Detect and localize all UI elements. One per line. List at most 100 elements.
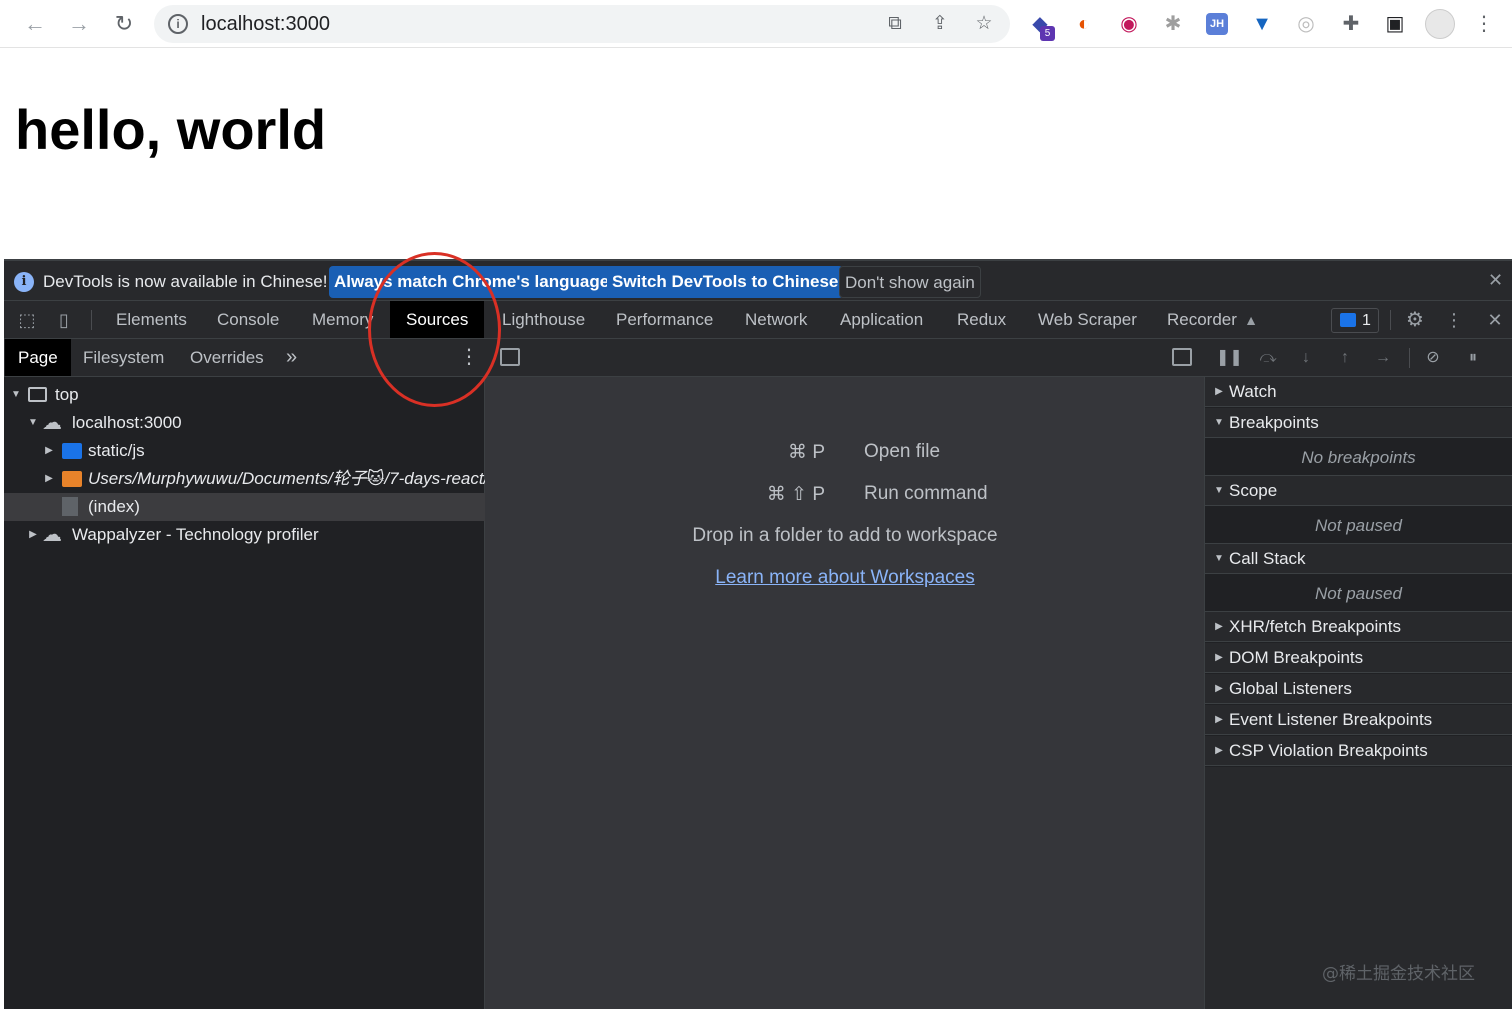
- expand-triangle-icon[interactable]: ▼: [1213, 476, 1225, 506]
- call-stack-empty: Not paused: [1205, 575, 1512, 612]
- share-icon[interactable]: ⇪: [928, 12, 952, 36]
- tree-label: localhost:3000: [72, 413, 182, 432]
- collapsed-triangle-icon[interactable]: ▶: [43, 465, 55, 493]
- tab-application[interactable]: Application: [838, 301, 925, 338]
- switch-to-chinese-button[interactable]: Switch DevTools to Chinese: [607, 266, 844, 298]
- pane-watch[interactable]: ▶ Watch: [1205, 377, 1512, 407]
- v-extension-icon[interactable]: ▼: [1248, 10, 1276, 38]
- camera-extension-icon[interactable]: ◉: [1115, 10, 1143, 38]
- browser-toolbar: ← → ↻ i localhost:3000 ⧉ ⇪ ☆ ◆ 5 ◐ ◉ ✱ JH…: [0, 0, 1512, 48]
- pane-call-stack[interactable]: ▼ Call Stack: [1205, 544, 1512, 574]
- colorful-extension-icon[interactable]: ◐: [1070, 10, 1098, 38]
- tab-redux[interactable]: Redux: [955, 301, 1008, 338]
- collapsed-triangle-icon[interactable]: ▶: [1213, 674, 1225, 704]
- pane-scope[interactable]: ▼ Scope: [1205, 476, 1512, 506]
- dont-show-again-button[interactable]: Don't show again: [839, 266, 981, 298]
- expand-triangle-icon[interactable]: ▼: [10, 381, 22, 409]
- tree-item-static-js[interactable]: ▶ static/js: [4, 437, 485, 465]
- url-text[interactable]: localhost:3000: [201, 13, 330, 36]
- breakpoints-empty: No breakpoints: [1205, 439, 1512, 476]
- pane-event-listener-breakpoints[interactable]: ▶ Event Listener Breakpoints: [1205, 705, 1512, 735]
- tab-memory[interactable]: Memory: [310, 301, 375, 338]
- tab-overrides[interactable]: Overrides: [188, 339, 266, 376]
- close-devtools-icon[interactable]: ✕: [1483, 308, 1507, 332]
- frame-icon: [28, 387, 47, 402]
- wallet-extension-icon[interactable]: ◆ 5: [1026, 10, 1055, 41]
- jh-extension-icon[interactable]: JH: [1203, 10, 1231, 38]
- device-toolbar-icon[interactable]: ▯: [52, 308, 76, 332]
- tab-network[interactable]: Network: [743, 301, 809, 338]
- reload-icon[interactable]: ↻: [109, 9, 139, 39]
- drop-folder-text: Drop in a folder to add to workspace: [692, 525, 998, 546]
- kebab-menu-icon[interactable]: ⋮: [1470, 10, 1498, 38]
- tree-item-users-folder[interactable]: ▶ Users/Murphywuwu/Documents/轮子🐱/7-days-…: [4, 465, 485, 493]
- tab-page[interactable]: Page: [5, 339, 71, 376]
- step-into-icon[interactable]: ↓: [1294, 346, 1318, 370]
- pane-breakpoints[interactable]: ▼ Breakpoints: [1205, 408, 1512, 438]
- forward-arrow-icon[interactable]: →: [64, 9, 94, 39]
- debugger-sidebar: ❚❚ ⤼ ↓ ↑ → ⊘ ⏸ ▶ Watch ▼ Breakpoints No …: [1205, 339, 1512, 1009]
- toggle-debugger-icon[interactable]: [1172, 348, 1192, 366]
- tab-recorder[interactable]: Recorder: [1165, 301, 1239, 338]
- kebab-menu-icon[interactable]: ⋮: [1442, 308, 1466, 332]
- site-info-icon[interactable]: i: [168, 14, 188, 34]
- expand-triangle-icon[interactable]: ▼: [1213, 408, 1225, 438]
- collapsed-triangle-icon[interactable]: ▶: [27, 521, 39, 549]
- tree-item-localhost[interactable]: ▼ ☁ localhost:3000: [4, 409, 485, 437]
- gear-icon[interactable]: ⚙: [1403, 308, 1427, 332]
- issues-count: 1: [1362, 312, 1371, 329]
- close-icon[interactable]: ✕: [1488, 270, 1503, 291]
- tab-web-scraper[interactable]: Web Scraper: [1036, 301, 1139, 338]
- bookmark-star-icon[interactable]: ☆: [972, 12, 996, 36]
- collapsed-triangle-icon[interactable]: ▶: [1213, 643, 1225, 673]
- translate-icon[interactable]: ⧉: [883, 12, 907, 36]
- workspaces-link[interactable]: Learn more about Workspaces: [485, 567, 1205, 589]
- asterisk-extension-icon[interactable]: ✱: [1159, 10, 1187, 38]
- pause-on-exceptions-icon[interactable]: ⏸: [1461, 346, 1485, 370]
- pane-label: Scope: [1229, 481, 1278, 500]
- more-tabs-icon[interactable]: »: [284, 339, 299, 376]
- pane-dom-breakpoints[interactable]: ▶ DOM Breakpoints: [1205, 643, 1512, 673]
- pane-label: XHR/fetch Breakpoints: [1229, 617, 1401, 636]
- tab-lighthouse[interactable]: Lighthouse: [500, 301, 587, 338]
- deactivate-breakpoints-icon[interactable]: ⊘: [1421, 346, 1445, 370]
- tree-item-index[interactable]: (index): [4, 493, 485, 521]
- tab-console[interactable]: Console: [215, 301, 281, 338]
- sidebar-icon[interactable]: ▣: [1381, 10, 1409, 38]
- step-over-icon[interactable]: ⤼: [1256, 346, 1280, 370]
- pane-xhr-breakpoints[interactable]: ▶ XHR/fetch Breakpoints: [1205, 612, 1512, 642]
- annotation-circle: [368, 252, 501, 407]
- collapsed-triangle-icon[interactable]: ▶: [1213, 612, 1225, 642]
- info-icon: i: [14, 272, 34, 292]
- collapsed-triangle-icon[interactable]: ▶: [43, 437, 55, 465]
- tab-performance[interactable]: Performance: [614, 301, 715, 338]
- tab-filesystem[interactable]: Filesystem: [81, 339, 166, 376]
- collapsed-triangle-icon[interactable]: ▶: [1213, 736, 1225, 766]
- tree-label: Wappalyzer - Technology profiler: [72, 525, 319, 544]
- collapsed-triangle-icon[interactable]: ▶: [1213, 377, 1225, 407]
- pane-csp-violation-breakpoints[interactable]: ▶ CSP Violation Breakpoints: [1205, 736, 1512, 766]
- toggle-navigator-icon[interactable]: [500, 348, 520, 366]
- dots-extension-icon[interactable]: ◎: [1292, 10, 1320, 38]
- inspect-element-icon[interactable]: ⬚: [15, 308, 39, 332]
- address-bar[interactable]: i localhost:3000 ⧉ ⇪ ☆: [154, 5, 1010, 43]
- jh-label: JH: [1206, 13, 1228, 35]
- pause-icon[interactable]: ❚❚: [1216, 346, 1243, 370]
- pane-global-listeners[interactable]: ▶ Global Listeners: [1205, 674, 1512, 704]
- collapsed-triangle-icon[interactable]: ▶: [1213, 705, 1225, 735]
- devtools-panel: i DevTools is now available in Chinese! …: [4, 259, 1512, 1009]
- puzzle-icon[interactable]: ✚: [1337, 10, 1365, 38]
- tab-elements[interactable]: Elements: [114, 301, 189, 338]
- message-icon: [1340, 313, 1356, 327]
- expand-triangle-icon[interactable]: ▼: [27, 409, 39, 437]
- issues-button[interactable]: 1: [1331, 308, 1379, 333]
- expand-triangle-icon[interactable]: ▼: [1213, 544, 1225, 574]
- step-icon[interactable]: →: [1371, 346, 1395, 370]
- back-arrow-icon[interactable]: ←: [20, 9, 50, 39]
- step-out-icon[interactable]: ↑: [1333, 346, 1357, 370]
- tree-item-wappalyzer[interactable]: ▶ ☁ Wappalyzer - Technology profiler: [4, 521, 485, 549]
- pane-label: Global Listeners: [1229, 679, 1352, 698]
- run-command-shortcut: ⌘ ⇧ P: [766, 484, 825, 505]
- file-icon: [62, 497, 78, 516]
- avatar[interactable]: [1425, 9, 1455, 39]
